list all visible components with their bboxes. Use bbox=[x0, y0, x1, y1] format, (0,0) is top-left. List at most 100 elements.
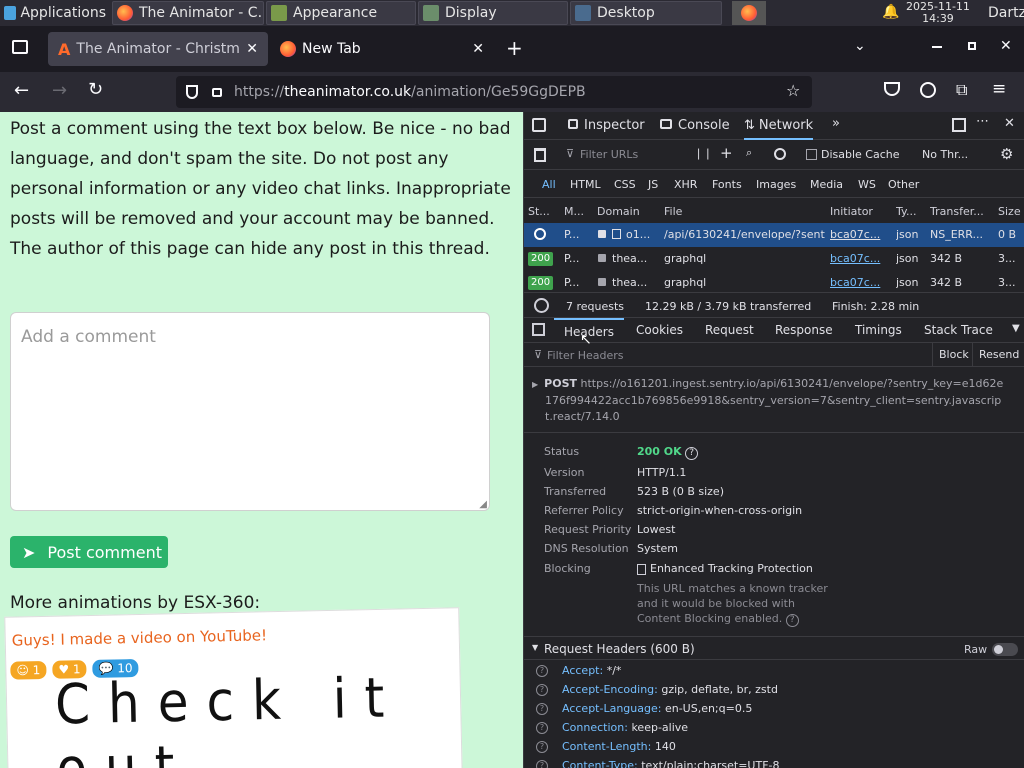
extensions-puzzle-icon[interactable]: ⧉ bbox=[956, 80, 967, 100]
tab-new-tab[interactable]: New Tab ✕ bbox=[270, 32, 494, 66]
column-type[interactable]: Ty... bbox=[896, 200, 924, 224]
bookmark-star-icon[interactable]: ☆ bbox=[786, 81, 800, 100]
applications-menu[interactable]: Applications bbox=[0, 1, 110, 25]
filter-images[interactable]: Images bbox=[756, 178, 796, 191]
filter-xhr[interactable]: XHR bbox=[674, 178, 697, 191]
filter-headers-input[interactable]: Filter Headers bbox=[547, 349, 624, 362]
close-devtools-icon[interactable]: ✕ bbox=[1004, 116, 1015, 131]
column-status[interactable]: St... bbox=[528, 200, 556, 224]
pause-icon[interactable]: ❘❘ bbox=[694, 147, 712, 160]
block-button[interactable]: Block bbox=[932, 343, 969, 367]
tab-stack-trace[interactable]: Stack Trace bbox=[924, 323, 993, 337]
back-arrow-icon[interactable]: ← bbox=[14, 80, 29, 101]
tab-network[interactable]: ⇅ Network bbox=[744, 112, 814, 140]
devtools-menu-icon[interactable]: ⋯ bbox=[976, 114, 989, 129]
header-row-content-type[interactable]: ? Content-Type: text/plain;charset=UTF-8 bbox=[536, 759, 780, 768]
filter-all[interactable]: All bbox=[542, 178, 556, 191]
maximize-window-icon[interactable] bbox=[968, 42, 976, 50]
request-initiator[interactable]: bca07c... bbox=[830, 247, 890, 271]
taskbar-window-appearance[interactable]: Appearance bbox=[266, 1, 416, 25]
tab-timings[interactable]: Timings bbox=[855, 323, 902, 337]
help-question-icon[interactable]: ? bbox=[536, 741, 548, 753]
column-transferred[interactable]: Transfer... bbox=[930, 200, 992, 224]
animation-card[interactable]: Guys! I made a video on YouTube! ☺ 1 ♥ 1… bbox=[4, 607, 463, 768]
performance-stopwatch-icon[interactable] bbox=[534, 298, 549, 313]
resend-button[interactable]: Resend bbox=[972, 343, 1019, 367]
settings-gear-icon[interactable]: ⚙ bbox=[1000, 145, 1013, 163]
taskbar-window-desktop[interactable]: Desktop bbox=[570, 1, 722, 25]
close-window-icon[interactable]: ✕ bbox=[1000, 38, 1012, 54]
header-row-accept[interactable]: ? Accept: */* bbox=[536, 664, 621, 677]
clear-trash-icon[interactable] bbox=[534, 148, 546, 162]
more-tools-chevron-icon[interactable]: » bbox=[832, 116, 840, 131]
disable-cache-label[interactable]: Disable Cache bbox=[821, 148, 900, 161]
element-picker-icon[interactable] bbox=[532, 118, 546, 132]
tab-overview-icon[interactable] bbox=[12, 40, 28, 54]
filter-fonts[interactable]: Fonts bbox=[712, 178, 742, 191]
add-plus-icon[interactable]: + bbox=[720, 144, 733, 162]
collapse-triangle-icon[interactable]: ▼ bbox=[532, 643, 538, 652]
header-row-accept-encoding[interactable]: ? Accept-Encoding: gzip, deflate, br, zst… bbox=[536, 683, 778, 696]
tab-console[interactable]: Console bbox=[660, 112, 730, 140]
pocket-icon[interactable] bbox=[884, 82, 900, 96]
column-size[interactable]: Size bbox=[998, 200, 1024, 224]
tab-the-animator[interactable]: A The Animator - Christma ✕ bbox=[48, 32, 268, 66]
expand-triangle-icon[interactable]: ▶ bbox=[532, 380, 538, 389]
filter-js[interactable]: JS bbox=[648, 178, 658, 191]
list-all-tabs-chevron-icon[interactable]: ⌄ bbox=[854, 38, 866, 54]
resize-handle-icon[interactable]: ◢ bbox=[479, 499, 487, 510]
filter-ws[interactable]: WS bbox=[858, 178, 876, 191]
throttling-select[interactable]: No Thr... bbox=[922, 148, 968, 161]
header-row-content-length[interactable]: ? Content-Length: 140 bbox=[536, 740, 676, 753]
column-method[interactable]: M... bbox=[564, 200, 590, 224]
user-name[interactable]: Dartz bbox=[988, 5, 1024, 21]
column-file[interactable]: File bbox=[664, 200, 824, 224]
help-question-icon[interactable]: ? bbox=[536, 703, 548, 715]
taskbar-firefox-launcher[interactable] bbox=[732, 1, 766, 25]
header-row-accept-language[interactable]: ? Accept-Language: en-US,en;q=0.5 bbox=[536, 702, 752, 715]
filter-other[interactable]: Other bbox=[888, 178, 919, 191]
toggle-panel-icon[interactable] bbox=[532, 323, 545, 336]
table-row[interactable]: P... o1... /api/6130241/envelope/?sent b… bbox=[524, 223, 1024, 247]
reload-icon[interactable]: ↻ bbox=[88, 79, 103, 100]
filter-media[interactable]: Media bbox=[810, 178, 843, 191]
raw-toggle[interactable] bbox=[992, 643, 1018, 656]
filter-urls-input[interactable]: Filter URLs bbox=[580, 148, 638, 161]
header-row-connection[interactable]: ? Connection: keep-alive bbox=[536, 721, 688, 734]
block-url-icon[interactable] bbox=[774, 148, 786, 160]
smiley-count-badge[interactable]: ☺ 1 bbox=[10, 660, 47, 680]
column-domain[interactable]: Domain bbox=[597, 200, 657, 224]
close-tab-icon[interactable]: ✕ bbox=[246, 41, 258, 57]
shield-icon[interactable] bbox=[186, 85, 198, 99]
help-question-icon[interactable]: ? bbox=[785, 614, 799, 627]
help-question-icon[interactable]: ? bbox=[536, 760, 548, 768]
taskbar-window-display[interactable]: Display bbox=[418, 1, 568, 25]
post-comment-button[interactable]: ➤ Post comment bbox=[10, 536, 168, 568]
column-initiator[interactable]: Initiator bbox=[830, 200, 890, 224]
account-icon[interactable] bbox=[920, 82, 936, 98]
filter-html[interactable]: HTML bbox=[570, 178, 601, 191]
url-bar[interactable]: https://theanimator.co.uk/animation/Ge59… bbox=[176, 76, 812, 108]
request-url-line-1[interactable]: ▶ POST https://o161201.ingest.sentry.io/a… bbox=[532, 376, 1018, 393]
search-icon[interactable]: ⌕ bbox=[746, 146, 752, 160]
dock-side-icon[interactable] bbox=[952, 118, 966, 132]
tabs-dropdown-icon[interactable]: ▼ bbox=[1012, 323, 1020, 334]
request-initiator[interactable]: bca07c... bbox=[830, 223, 890, 247]
help-question-icon[interactable]: ? bbox=[536, 722, 548, 734]
filter-css[interactable]: CSS bbox=[614, 178, 636, 191]
close-tab-icon[interactable]: ✕ bbox=[472, 41, 484, 57]
tab-cookies[interactable]: Cookies bbox=[636, 323, 683, 337]
new-tab-plus-icon[interactable]: + bbox=[506, 36, 523, 60]
taskbar-window-animator[interactable]: The Animator - C... bbox=[112, 1, 264, 25]
tab-request[interactable]: Request bbox=[705, 323, 754, 337]
minimize-window-icon[interactable] bbox=[932, 46, 942, 48]
tab-response[interactable]: Response bbox=[775, 323, 833, 337]
help-question-icon[interactable]: ? bbox=[685, 447, 699, 460]
forward-arrow-icon[interactable]: → bbox=[52, 80, 67, 101]
table-row[interactable]: 200 P... thea... graphql bca07c... json … bbox=[524, 247, 1024, 271]
help-question-icon[interactable]: ? bbox=[536, 684, 548, 696]
app-menu-hamburger-icon[interactable]: ≡ bbox=[992, 79, 1006, 99]
request-headers-section-header[interactable]: ▼ Request Headers (600 B) Raw bbox=[524, 636, 1024, 660]
comment-textarea[interactable]: Add a comment ◢ bbox=[10, 312, 490, 511]
disable-cache-checkbox[interactable] bbox=[806, 149, 817, 160]
